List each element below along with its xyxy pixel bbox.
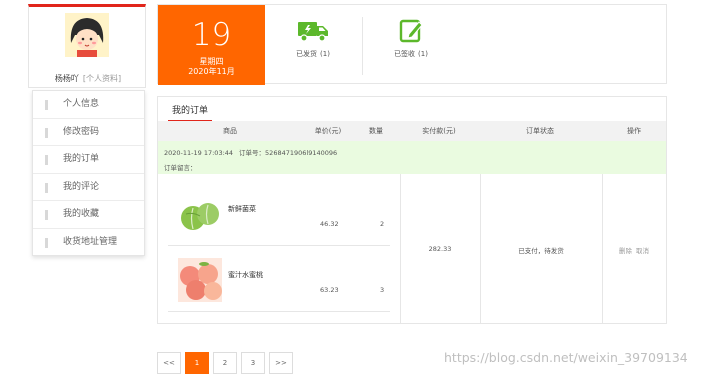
product-quantity: 2 xyxy=(380,220,385,228)
next-page-button[interactable]: >> xyxy=(269,352,293,374)
sidebar-item-label: 我的评论 xyxy=(63,181,100,192)
sidebar-menu: 个人信息 修改密码 我的订单 我的评论 我的收藏 收货地址管理 xyxy=(32,90,145,256)
shipped-label: 已发货 xyxy=(296,50,318,58)
shipped-count: (1) xyxy=(320,50,330,58)
delivery-truck-icon xyxy=(298,22,328,42)
column-header-unit-price: 单价(元) xyxy=(314,127,342,135)
product-quantity: 3 xyxy=(380,286,385,294)
order-item: 新鲜菌菜 46.32 2 xyxy=(168,182,390,246)
order-message: 订单留言： xyxy=(164,164,197,172)
column-header-product: 商品 xyxy=(223,127,237,135)
product-name[interactable]: 蜜汁水蜜桃 xyxy=(228,270,263,280)
order-number-label: 订单号： xyxy=(239,149,266,157)
cancel-order-link[interactable]: 取消 xyxy=(636,247,649,255)
order-item: 蜜汁水蜜桃 63.23 3 xyxy=(168,248,390,312)
product-image-peach[interactable] xyxy=(178,258,222,302)
stat-divider xyxy=(362,17,363,75)
order-status: 已支付，待发货 xyxy=(518,247,564,255)
column-header-amount-paid: 实付款(元) xyxy=(422,127,456,135)
edit-check-icon xyxy=(399,19,423,43)
sidebar-item-address-management[interactable]: 收货地址管理 xyxy=(33,229,144,257)
page-2-button[interactable]: 2 xyxy=(213,352,237,374)
avatar[interactable] xyxy=(65,13,109,57)
order-number: 5268471906l9140096 xyxy=(265,149,338,157)
date-block: 19 星期四 2020年11月 xyxy=(158,5,265,85)
sidebar-item-label: 我的订单 xyxy=(63,154,100,164)
order-actions: 删除 取消 xyxy=(602,245,666,255)
sidebar-item-my-orders[interactable]: 我的订单 xyxy=(33,146,144,174)
sidebar-item-my-comments[interactable]: 我的评论 xyxy=(33,174,144,201)
product-image-cabbage[interactable] xyxy=(178,192,222,236)
page-3-button[interactable]: 3 xyxy=(241,352,265,374)
column-header-actions: 操作 xyxy=(627,127,641,135)
sidebar-item-change-password[interactable]: 修改密码 xyxy=(33,119,144,146)
received-label: 已签收 xyxy=(394,50,416,58)
date-weekday: 星期四 xyxy=(199,57,224,66)
date-day: 19 xyxy=(191,17,232,53)
order-summary-panel: 19 星期四 2020年11月 已发货 (1) 已签收 (1) xyxy=(157,4,667,85)
item-divider xyxy=(168,245,390,246)
sidebar-item-label: 收货地址管理 xyxy=(63,236,118,247)
sidebar-item-label: 修改密码 xyxy=(63,126,100,137)
menu-marker xyxy=(45,237,48,248)
column-header-order-status: 订单状态 xyxy=(526,127,554,135)
my-orders-panel: 我的订单 商品 单价(元) 数量 实付款(元) 订单状态 操作 2020-11-… xyxy=(157,96,667,324)
cartoon-girl-avatar-icon xyxy=(65,13,109,57)
order-time: 2020-11-19 17:03:44 xyxy=(164,149,234,157)
column-header-quantity: 数量 xyxy=(369,127,383,135)
prev-page-button[interactable]: << xyxy=(157,352,181,374)
profile-info-link[interactable]: [个人资料] xyxy=(83,74,121,83)
sidebar-item-label: 我的收藏 xyxy=(63,209,100,219)
received-stat[interactable]: 已签收 (1) xyxy=(366,19,456,59)
orders-table-header: 商品 单价(元) 数量 实付款(元) 订单状态 操作 xyxy=(158,121,666,141)
user-profile-card: 杨杨吖 [个人资料] xyxy=(28,4,146,88)
shipped-stat[interactable]: 已发货 (1) xyxy=(268,19,358,59)
delete-order-link[interactable]: 删除 xyxy=(619,247,632,255)
csdn-watermark: https://blog.csdn.net/weixin_39709134 xyxy=(444,350,688,365)
username-line: 杨杨吖 [个人资料] xyxy=(29,73,147,84)
menu-marker xyxy=(45,127,48,138)
order-total: 282.33 xyxy=(428,245,452,253)
sidebar-item-my-favorites[interactable]: 我的收藏 xyxy=(33,201,144,229)
username: 杨杨吖 xyxy=(54,74,79,83)
product-name[interactable]: 新鲜菌菜 xyxy=(228,204,256,214)
tab-my-orders[interactable]: 我的订单 xyxy=(168,103,212,122)
order-meta: 2020-11-19 17:03:44 订单号：5268471906l914009… xyxy=(164,147,337,157)
menu-marker xyxy=(45,210,48,220)
menu-marker xyxy=(45,182,48,193)
product-price: 46.32 xyxy=(320,220,339,228)
date-month: 2020年11月 xyxy=(188,67,235,76)
sidebar-item-label: 个人信息 xyxy=(63,99,100,109)
page-1-button[interactable]: 1 xyxy=(185,352,209,374)
order-info-row: 2020-11-19 17:03:44 订单号：5268471906l914009… xyxy=(158,141,666,174)
sidebar-item-personal-info[interactable]: 个人信息 xyxy=(33,91,144,119)
menu-marker xyxy=(45,100,48,110)
menu-marker xyxy=(45,155,48,165)
product-price: 63.23 xyxy=(320,286,339,294)
item-divider xyxy=(168,311,390,312)
received-count: (1) xyxy=(418,50,428,58)
